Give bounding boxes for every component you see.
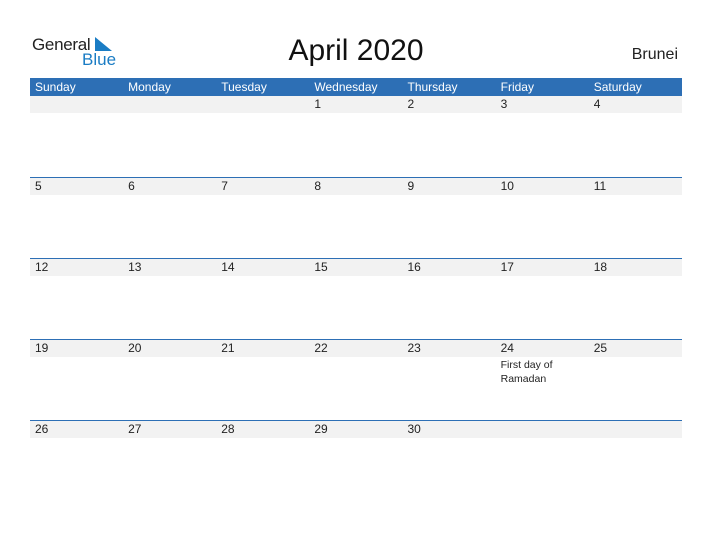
day-event — [123, 113, 216, 114]
week-row: 1 2 3 4 — [30, 96, 682, 177]
day-number: 20 — [128, 341, 142, 355]
day-number-bar: 1 2 3 4 — [30, 96, 682, 113]
day-number: 1 — [314, 97, 322, 111]
weekday-tuesday: Tuesday — [221, 80, 267, 94]
day-number: 23 — [407, 341, 421, 355]
calendar-title: April 2020 — [288, 34, 424, 67]
day-number: 2 — [407, 97, 415, 111]
weekday-sunday: Sunday — [35, 80, 76, 94]
day-event — [496, 113, 589, 114]
day-number: 6 — [128, 179, 135, 193]
day-number: 12 — [35, 260, 49, 274]
day-number: 5 — [35, 179, 42, 193]
day-number-bar: 26 27 28 29 30 — [30, 421, 682, 438]
day-number: 7 — [221, 179, 228, 193]
day-event — [589, 438, 682, 439]
day-number: 10 — [500, 179, 514, 193]
day-event — [589, 276, 682, 277]
events-row — [30, 195, 682, 196]
day-event — [123, 276, 216, 277]
day-number-bar: 5 6 7 8 9 10 11 — [30, 178, 682, 195]
day-number — [216, 96, 309, 113]
day-number: 26 — [35, 422, 49, 436]
day-number: 15 — [314, 260, 328, 274]
day-event — [123, 195, 216, 196]
day-event — [30, 113, 123, 114]
day-number-bar: 19 20 21 22 23 24 25 — [30, 340, 682, 357]
day-event — [30, 195, 123, 196]
day-number: 4 — [593, 97, 601, 111]
day-number: 13 — [128, 260, 142, 274]
day-number: 27 — [128, 422, 142, 436]
day-number: 29 — [314, 422, 328, 436]
day-event — [309, 113, 402, 114]
country-name: Brunei — [631, 46, 678, 63]
day-event — [589, 113, 682, 114]
day-number — [496, 421, 589, 438]
day-number: 19 — [35, 341, 49, 355]
week-row: 12 13 14 15 16 17 18 — [30, 258, 682, 340]
weekday-header: Sunday Monday Tuesday Wednesday Thursday… — [30, 78, 682, 96]
day-event — [123, 438, 216, 439]
week-row: 19 20 21 22 23 24 25 First day of Ramadan — [30, 339, 682, 421]
day-number: 17 — [500, 260, 514, 274]
day-event — [589, 357, 682, 386]
day-event: First day of Ramadan — [500, 359, 553, 385]
events-row: First day of Ramadan — [30, 357, 682, 386]
events-row — [30, 113, 682, 114]
week-row: 5 6 7 8 9 10 11 — [30, 177, 682, 259]
day-event — [309, 438, 402, 439]
day-number: 14 — [221, 260, 235, 274]
day-event — [216, 357, 309, 386]
day-number — [30, 96, 123, 113]
day-number: 3 — [500, 97, 508, 111]
day-event — [216, 195, 309, 196]
day-event — [496, 195, 589, 196]
day-number: 8 — [314, 179, 322, 193]
day-event — [309, 357, 402, 386]
day-event — [123, 357, 216, 386]
weekday-saturday: Saturday — [593, 80, 642, 94]
day-event — [403, 113, 496, 114]
day-number: 21 — [221, 341, 235, 355]
week-row: 26 27 28 29 30 — [30, 420, 682, 502]
day-number: 22 — [314, 341, 328, 355]
day-event — [403, 195, 496, 196]
day-number — [123, 96, 216, 113]
day-event — [403, 357, 496, 386]
day-number: 11 — [593, 179, 607, 193]
day-event — [309, 195, 402, 196]
day-number: 28 — [221, 422, 235, 436]
weekday-friday: Friday — [500, 80, 534, 94]
day-number — [589, 421, 682, 438]
events-row — [30, 438, 682, 439]
weekday-wednesday: Wednesday — [314, 80, 378, 94]
day-event — [403, 276, 496, 277]
day-event — [30, 438, 123, 439]
day-event — [216, 276, 309, 277]
day-event — [496, 438, 589, 439]
events-row — [30, 276, 682, 277]
day-number: 18 — [593, 260, 608, 274]
day-number: 24 — [500, 341, 514, 355]
day-number: 30 — [407, 422, 421, 436]
day-event — [403, 438, 496, 439]
day-event — [589, 195, 682, 196]
weekday-monday: Monday — [128, 80, 171, 94]
day-event — [216, 113, 309, 114]
day-number: 25 — [593, 341, 608, 355]
day-number: 9 — [407, 179, 415, 193]
weekday-thursday: Thursday — [407, 80, 458, 94]
day-event — [30, 276, 123, 277]
day-event — [496, 276, 589, 277]
day-event — [216, 438, 309, 439]
day-event — [30, 357, 123, 386]
day-number-bar: 12 13 14 15 16 17 18 — [30, 259, 682, 276]
day-event — [309, 276, 402, 277]
day-number: 16 — [407, 260, 421, 274]
